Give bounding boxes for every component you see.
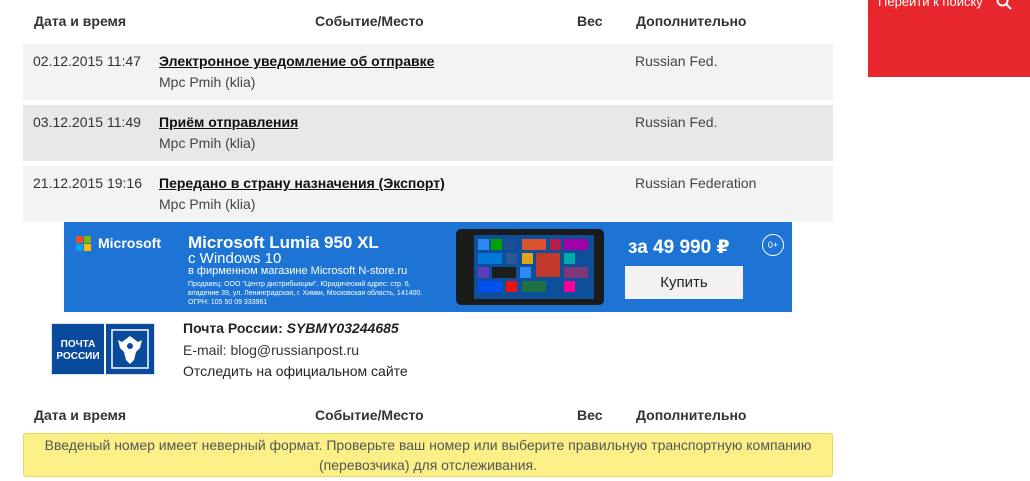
row-date: 21.12.2015 19:16 (33, 175, 142, 191)
age-rating-badge: 0+ (762, 234, 784, 256)
ad-legal-text: Продавец: ООО "Центр дистрибьюции". Юрид… (188, 281, 423, 306)
header-extra: Дополнительно (636, 407, 747, 423)
ad-banner[interactable]: Microsoft Microsoft Lumia 950 XL с Windo… (64, 222, 792, 312)
russian-post-logo-text: ПОЧТА РОССИИ (52, 324, 104, 374)
tracking-table-header: Дата и время Событие/Место Вес Дополните… (23, 0, 833, 40)
carrier-email: E-mail: blog@russianpost.ru (183, 342, 360, 358)
row-event-link[interactable]: Приём отправления (159, 114, 298, 130)
header-weight: Вес (577, 13, 603, 29)
table-row: 03.12.2015 11:49 Приём отправления Mpc P… (23, 105, 833, 161)
russian-post-logo: ПОЧТА РОССИИ (51, 323, 155, 375)
header-date: Дата и время (34, 407, 127, 423)
tracking-table-header-2: Дата и время Событие/Место Вес Дополните… (23, 394, 833, 434)
row-event-link[interactable]: Передано в страну назначения (Экспорт) (159, 175, 445, 191)
search-panel: Перейти к поиску (868, 0, 1030, 77)
row-date: 03.12.2015 11:49 (33, 114, 141, 130)
search-icon[interactable] (996, 0, 1012, 10)
ad-shop: в фирменном магазине Microsoft N-store.r… (188, 265, 408, 277)
buy-button[interactable]: Купить (625, 266, 743, 299)
ad-brand: Microsoft (98, 235, 161, 251)
go-to-search-link[interactable]: Перейти к поиску (878, 0, 983, 9)
eagle-emblem-icon (106, 324, 154, 374)
row-extra: Russian Fed. (635, 114, 718, 130)
carrier-name: Почта России: (183, 320, 283, 336)
header-extra: Дополнительно (636, 13, 747, 29)
row-place: Mpc Pmih (klia) (159, 74, 256, 90)
header-weight: Вес (577, 407, 603, 423)
ad-price: за 49 990 ₽ (628, 237, 730, 258)
row-place: Mpc Pmih (klia) (159, 135, 256, 151)
track-official-link[interactable]: Отследить на официальном сайте (183, 363, 408, 379)
row-extra: Russian Federation (635, 175, 757, 191)
format-error-alert: Введеный номер имеет неверный формат. Пр… (23, 433, 833, 477)
table-row: 21.12.2015 19:16 Передано в страну назна… (23, 166, 833, 222)
header-date: Дата и время (34, 13, 127, 29)
microsoft-logo-icon (76, 236, 92, 252)
header-event: Событие/Место (315, 13, 424, 29)
row-date: 02.12.2015 11:47 (33, 53, 141, 69)
row-event-link[interactable]: Электронное уведомление об отправке (159, 53, 434, 69)
header-event: Событие/Место (315, 407, 424, 423)
tracking-number: SYBMY03244685 (286, 320, 399, 336)
table-row: 02.12.2015 11:47 Электронное уведомление… (23, 44, 833, 100)
phone-image (456, 229, 604, 305)
row-place: Mpc Pmih (klia) (159, 196, 256, 212)
row-extra: Russian Fed. (635, 53, 718, 69)
